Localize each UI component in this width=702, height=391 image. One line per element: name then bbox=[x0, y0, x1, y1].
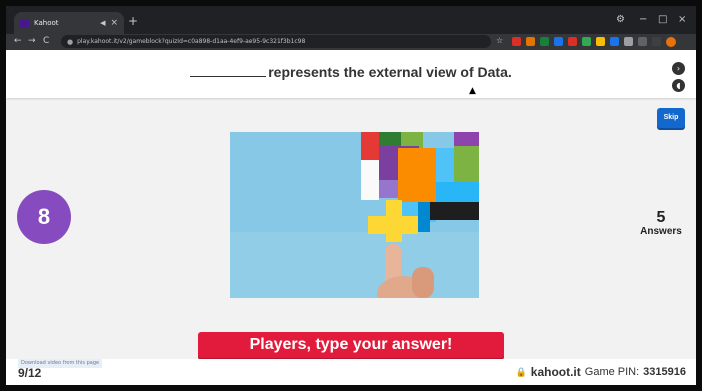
game-footer: Download video from this page 9/12 🔒 kah… bbox=[6, 359, 696, 385]
forward-arrow-icon[interactable]: → bbox=[28, 36, 36, 46]
site-name: kahoot.it bbox=[530, 365, 581, 379]
extension-icon[interactable] bbox=[568, 37, 577, 46]
game-pin-value: 3315916 bbox=[643, 366, 686, 378]
settings-gear-icon[interactable]: ⚙ bbox=[616, 14, 625, 25]
lock-icon: 🔒 bbox=[515, 366, 527, 377]
mouse-cursor-icon: ▲ bbox=[469, 86, 476, 96]
extension-icon[interactable] bbox=[554, 37, 563, 46]
speaker-icon[interactable]: ◀ bbox=[100, 19, 105, 27]
media-icon[interactable] bbox=[652, 37, 661, 46]
reload-icon[interactable]: C bbox=[43, 36, 49, 46]
extension-icon[interactable] bbox=[540, 37, 549, 46]
question-title: represents the external view of Data. bbox=[6, 64, 696, 80]
lock-icon: ● bbox=[67, 37, 74, 46]
answer-counter: 5 Answers bbox=[631, 209, 691, 238]
tab-kahoot[interactable]: Kahoot ◀ × bbox=[14, 12, 124, 34]
bookmark-star-icon[interactable]: ☆ bbox=[496, 36, 503, 45]
extension-icon[interactable] bbox=[512, 37, 521, 46]
close-window-button[interactable]: × bbox=[678, 14, 686, 25]
puzzle-extensions-icon[interactable] bbox=[624, 37, 633, 46]
extension-icon[interactable] bbox=[526, 37, 535, 46]
extension-icon[interactable] bbox=[582, 37, 591, 46]
question-bar: represents the external view of Data. › … bbox=[6, 50, 696, 98]
extension-icon[interactable] bbox=[610, 37, 619, 46]
question-progress: 9/12 bbox=[18, 366, 42, 380]
answer-blank bbox=[190, 75, 267, 77]
extension-icon[interactable] bbox=[596, 37, 605, 46]
type-answer-banner: Players, type your answer! bbox=[198, 332, 504, 358]
maximize-button[interactable]: □ bbox=[658, 14, 667, 25]
question-text: represents the external view of Data. bbox=[268, 64, 512, 80]
minimize-button[interactable]: − bbox=[639, 14, 647, 25]
answer-count: 5 bbox=[656, 209, 666, 226]
question-image bbox=[230, 132, 479, 298]
browser-window: Kahoot ◀ × + ⚙ − □ × ← → C ● play.kahoot… bbox=[6, 6, 696, 385]
sound-icon[interactable]: ◖ bbox=[672, 79, 685, 92]
next-icon[interactable]: › bbox=[672, 62, 685, 75]
address-url: play.kahoot.it/v2/gameblock?quizId=c0a89… bbox=[77, 38, 306, 45]
countdown-timer: 8 bbox=[17, 190, 71, 244]
extension-icon[interactable] bbox=[638, 37, 647, 46]
answer-count-label: Answers bbox=[640, 226, 682, 237]
game-pin-label: Game PIN: bbox=[584, 366, 640, 378]
profile-avatar[interactable] bbox=[666, 37, 676, 47]
tab-title: Kahoot bbox=[34, 19, 59, 27]
kahoot-favicon-icon bbox=[20, 18, 29, 28]
puzzle-blocks-illustration bbox=[230, 132, 479, 298]
new-tab-button[interactable]: + bbox=[128, 14, 138, 28]
kahoot-page: represents the external view of Data. › … bbox=[6, 50, 696, 385]
browser-titlebar: Kahoot ◀ × + ⚙ − □ × bbox=[6, 6, 696, 34]
browser-toolbar: ← → C ● play.kahoot.it/v2/gameblock?quiz… bbox=[6, 34, 696, 50]
game-pin-info: 🔒 kahoot.it Game PIN: 3315916 bbox=[516, 365, 686, 379]
back-arrow-icon[interactable]: ← bbox=[14, 36, 22, 46]
address-bar[interactable]: ● play.kahoot.it/v2/gameblock?quizId=c0a… bbox=[61, 35, 491, 48]
tab-close-icon[interactable]: × bbox=[110, 18, 118, 28]
skip-button[interactable]: Skip bbox=[657, 108, 685, 128]
